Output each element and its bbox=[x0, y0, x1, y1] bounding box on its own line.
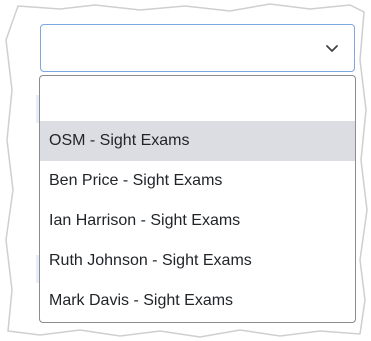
option-osm[interactable]: OSM - Sight Exams bbox=[40, 121, 355, 161]
dropdown-options-list: OSM - Sight Exams Ben Price - Sight Exam… bbox=[39, 75, 356, 323]
chevron-down-icon[interactable] bbox=[324, 40, 340, 56]
option-ian-harrison[interactable]: Ian Harrison - Sight Exams bbox=[40, 201, 355, 241]
option-empty[interactable] bbox=[40, 81, 355, 121]
option-mark-davis[interactable]: Mark Davis - Sight Exams bbox=[40, 281, 355, 321]
option-ruth-johnson[interactable]: Ruth Johnson - Sight Exams bbox=[40, 241, 355, 281]
option-ben-price[interactable]: Ben Price - Sight Exams bbox=[40, 161, 355, 201]
dropdown-select[interactable] bbox=[40, 24, 355, 72]
